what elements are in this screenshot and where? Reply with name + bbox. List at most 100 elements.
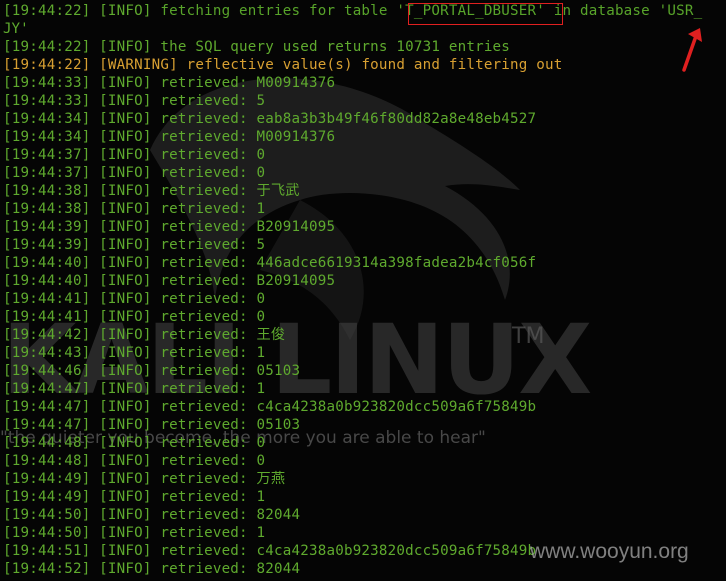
log-timestamp: 19:44:38 [11, 183, 82, 199]
terminal-window[interactable]: KALI LINUX TM "the quieter you become, t… [0, 0, 726, 581]
log-level: INFO [107, 183, 143, 199]
log-line: [19:44:47] [INFO] retrieved: 1 [3, 381, 266, 397]
log-line: [19:44:22] [INFO] the SQL query used ret… [3, 39, 511, 55]
log-timestamp: 19:44:34 [11, 129, 82, 145]
log-line: [19:44:37] [INFO] retrieved: 0 [3, 147, 266, 163]
log-timestamp: 19:44:39 [11, 237, 82, 253]
log-timestamp: 19:44:49 [11, 489, 82, 505]
log-message: retrieved: 1 [160, 489, 266, 505]
log-timestamp: 19:44:46 [11, 363, 82, 379]
log-line: [19:44:47] [INFO] retrieved: c4ca4238a0b… [3, 399, 537, 415]
log-line-wrap: JY' [3, 21, 29, 37]
log-level: INFO [107, 39, 143, 55]
log-message: retrieved: B20914095 [160, 219, 336, 235]
log-timestamp: 19:44:22 [11, 3, 82, 19]
log-level: INFO [107, 507, 143, 523]
log-message: retrieved: 0 [160, 291, 266, 307]
log-message: retrieved: 05103 [160, 417, 301, 433]
log-level: INFO [107, 219, 143, 235]
log-line: [19:44:46] [INFO] retrieved: 05103 [3, 363, 301, 379]
log-level: INFO [107, 237, 143, 253]
log-line: [19:44:40] [INFO] retrieved: B20914095 [3, 273, 336, 289]
log-line: [19:44:50] [INFO] retrieved: 82044 [3, 507, 301, 523]
log-line: [19:44:49] [INFO] retrieved: 万燕 [3, 471, 286, 487]
log-level: INFO [107, 255, 143, 271]
log-message: retrieved: 82044 [160, 561, 301, 577]
log-timestamp: 19:44:42 [11, 327, 82, 343]
log-line: [19:44:49] [INFO] retrieved: 1 [3, 489, 266, 505]
log-message: retrieved: 1 [160, 345, 266, 361]
log-message: retrieved: 1 [160, 201, 266, 217]
log-line: [19:44:33] [INFO] retrieved: M00914376 [3, 75, 336, 91]
log-line: [19:44:41] [INFO] retrieved: 0 [3, 309, 266, 325]
log-level: INFO [107, 543, 143, 559]
log-level: INFO [107, 111, 143, 127]
log-message: retrieved: c4ca4238a0b923820dcc509a6f758… [160, 543, 537, 559]
log-timestamp: 19:44:50 [11, 525, 82, 541]
log-level: INFO [107, 291, 143, 307]
log-level: INFO [107, 129, 143, 145]
log-timestamp: 19:44:50 [11, 507, 82, 523]
log-line: [19:44:43] [INFO] retrieved: 1 [3, 345, 266, 361]
log-level: INFO [107, 489, 143, 505]
log-level: INFO [107, 417, 143, 433]
log-timestamp: 19:44:48 [11, 435, 82, 451]
log-message: retrieved: 05103 [160, 363, 301, 379]
log-level: INFO [107, 273, 143, 289]
log-line: [19:44:40] [INFO] retrieved: 446adce6619… [3, 255, 537, 271]
log-level: INFO [107, 525, 143, 541]
wooyun-watermark: www.wooyun.org [530, 540, 689, 563]
log-level: INFO [107, 561, 143, 577]
log-level: WARNING [107, 57, 170, 73]
log-timestamp: 19:44:48 [11, 453, 82, 469]
log-message: retrieved: eab8a3b3b49f46f80dd82a8e48eb4… [160, 111, 537, 127]
log-message: retrieved: 王俊 [160, 327, 286, 343]
log-line: [19:44:48] [INFO] retrieved: 0 [3, 453, 266, 469]
log-level: INFO [107, 345, 143, 361]
log-level: INFO [107, 93, 143, 109]
log-timestamp: 19:44:22 [11, 57, 82, 73]
log-line: [19:44:33] [INFO] retrieved: 5 [3, 93, 266, 109]
log-line: [19:44:22] [WARNING] reflective value(s)… [3, 57, 563, 73]
log-level: INFO [107, 201, 143, 217]
log-timestamp: 19:44:39 [11, 219, 82, 235]
log-line: [19:44:47] [INFO] retrieved: 05103 [3, 417, 301, 433]
log-message: reflective value(s) found and filtering … [186, 57, 563, 73]
log-level: INFO [107, 327, 143, 343]
log-timestamp: 19:44:47 [11, 399, 82, 415]
log-message: retrieved: 0 [160, 309, 266, 325]
log-timestamp: 19:44:52 [11, 561, 82, 577]
log-timestamp: 19:44:37 [11, 147, 82, 163]
log-timestamp: 19:44:40 [11, 255, 82, 271]
log-timestamp: 19:44:37 [11, 165, 82, 181]
log-message: retrieved: 于飞武 [160, 183, 300, 199]
log-line: [19:44:41] [INFO] retrieved: 0 [3, 291, 266, 307]
log-level: INFO [107, 453, 143, 469]
log-timestamp: 19:44:51 [11, 543, 82, 559]
log-message: retrieved: 1 [160, 381, 266, 397]
log-message: retrieved: 1 [160, 525, 266, 541]
log-line: [19:44:42] [INFO] retrieved: 王俊 [3, 327, 286, 343]
log-message: the SQL query used returns 10731 entries [160, 39, 511, 55]
log-line: [19:44:38] [INFO] retrieved: 于飞武 [3, 183, 300, 199]
log-message: retrieved: M00914376 [160, 75, 336, 91]
log-message: retrieved: 0 [160, 147, 266, 163]
log-message: retrieved: 万燕 [160, 471, 286, 487]
log-timestamp: 19:44:40 [11, 273, 82, 289]
terminal-output: [19:44:22] [INFO] fetching entries for t… [3, 2, 726, 578]
log-timestamp: 19:44:38 [11, 201, 82, 217]
log-line: [19:44:34] [INFO] retrieved: M00914376 [3, 129, 336, 145]
log-line: [19:44:39] [INFO] retrieved: 5 [3, 237, 266, 253]
log-line: [19:44:22] [INFO] fetching entries for t… [3, 3, 703, 19]
log-message: retrieved: M00914376 [160, 129, 336, 145]
log-timestamp: 19:44:22 [11, 39, 82, 55]
log-timestamp: 19:44:41 [11, 309, 82, 325]
log-message: retrieved: 5 [160, 93, 266, 109]
log-line: [19:44:38] [INFO] retrieved: 1 [3, 201, 266, 217]
log-timestamp: 19:44:49 [11, 471, 82, 487]
log-line: [19:44:34] [INFO] retrieved: eab8a3b3b49… [3, 111, 537, 127]
log-line: [19:44:48] [INFO] retrieved: 0 [3, 435, 266, 451]
log-message: retrieved: B20914095 [160, 273, 336, 289]
log-level: INFO [107, 471, 143, 487]
log-timestamp: 19:44:41 [11, 291, 82, 307]
